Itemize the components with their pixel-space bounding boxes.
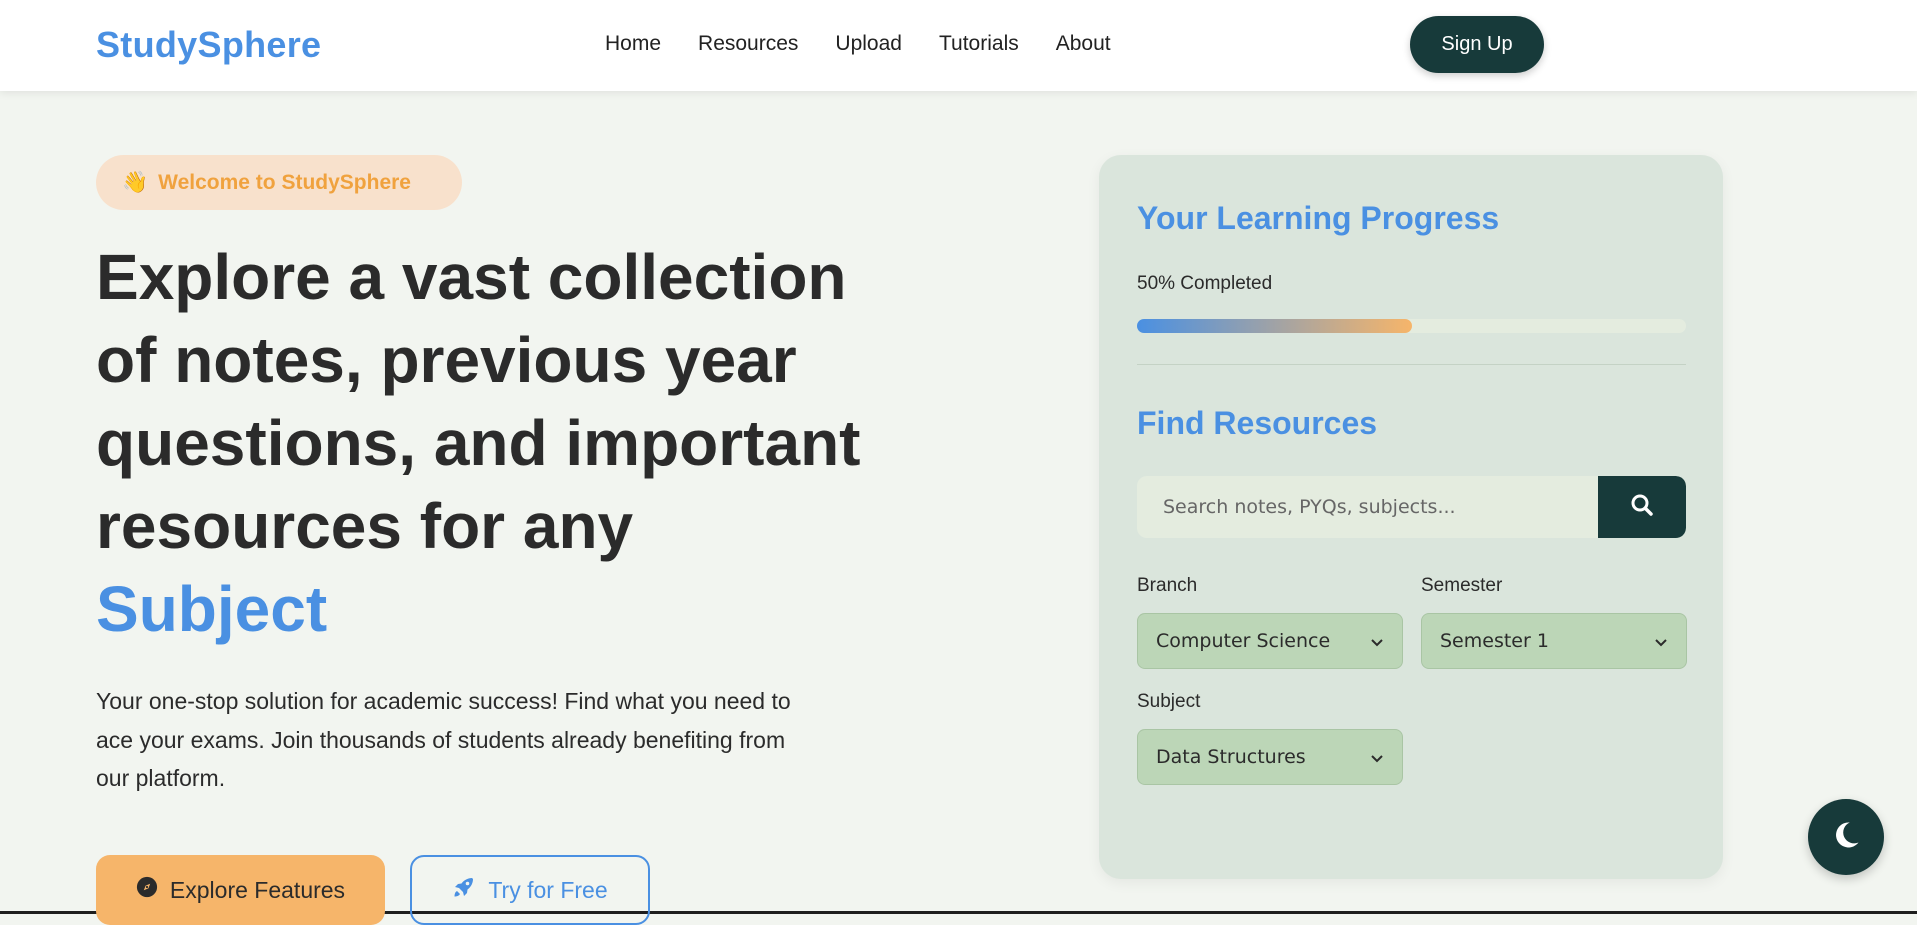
moon-icon [1831, 820, 1861, 855]
welcome-badge: 👋 Welcome to StudySphere [96, 155, 462, 210]
rocket-icon [452, 875, 476, 905]
subject-label: Subject [1137, 691, 1201, 712]
wave-icon: 👋 [122, 170, 149, 194]
top-navbar: StudySphere Home Resources Upload Tutori… [0, 0, 1917, 91]
hero-title-line: resources for any [96, 490, 634, 562]
find-resources-title: Find Resources [1137, 405, 1378, 441]
progress-bar-fill [1137, 319, 1412, 333]
branch-label: Branch [1137, 575, 1198, 596]
hero-subtitle-line: ace your exams. Join thousands of studen… [96, 726, 786, 753]
search-box [1137, 476, 1686, 538]
hero-title-line: questions, and important [96, 407, 861, 479]
try-for-free-button[interactable]: Try for Free [410, 855, 650, 925]
progress-title: Your Learning Progress [1137, 200, 1500, 236]
search-icon [1630, 493, 1654, 522]
subject-select[interactable]: Data Structures [1137, 729, 1403, 785]
hero-subtitle: Your one-stop solution for academic succ… [96, 682, 836, 798]
semester-select[interactable]: Semester 1 [1421, 613, 1687, 669]
progress-label: 50% Completed [1137, 273, 1273, 294]
hero-title-line: Explore a vast collection [96, 241, 847, 313]
subject-select-value: Data Structures [1156, 746, 1306, 768]
brand-logo[interactable]: StudySphere [96, 24, 321, 66]
search-input[interactable] [1137, 476, 1598, 538]
sidebar-card: Your Learning Progress 50% Completed Fin… [1099, 155, 1723, 879]
nav-link-upload[interactable]: Upload [835, 32, 902, 56]
progress-bar [1137, 319, 1686, 333]
hero-subtitle-line: Your one-stop solution for academic succ… [96, 688, 791, 714]
hero-title-accent: Subject [96, 573, 328, 645]
nav-link-home[interactable]: Home [605, 32, 661, 56]
compass-icon [136, 876, 158, 904]
nav-links: Home Resources Upload Tutorials About [605, 32, 1111, 56]
hero-title: Explore a vast collection of notes, prev… [96, 236, 896, 651]
chevron-down-icon [1370, 746, 1384, 768]
nav-link-about[interactable]: About [1056, 32, 1111, 56]
nav-link-resources[interactable]: Resources [698, 32, 798, 56]
theme-toggle-button[interactable] [1808, 799, 1884, 875]
hero-subtitle-line: our platform. [96, 765, 226, 791]
signup-button[interactable]: Sign Up [1410, 16, 1544, 73]
hero-title-line: of notes, previous year [96, 324, 797, 396]
try-for-free-label: Try for Free [488, 876, 608, 903]
divider [1137, 364, 1686, 365]
nav-link-tutorials[interactable]: Tutorials [939, 32, 1019, 56]
branch-select[interactable]: Computer Science [1137, 613, 1403, 669]
search-button[interactable] [1598, 476, 1686, 538]
semester-select-value: Semester 1 [1440, 630, 1549, 652]
chevron-down-icon [1370, 630, 1384, 652]
branch-select-value: Computer Science [1156, 630, 1331, 652]
chevron-down-icon [1654, 630, 1668, 652]
semester-label: Semester [1421, 575, 1503, 596]
welcome-badge-text: Welcome to StudySphere [158, 170, 411, 194]
explore-features-label: Explore Features [169, 876, 346, 903]
explore-features-button[interactable]: Explore Features [96, 855, 385, 925]
